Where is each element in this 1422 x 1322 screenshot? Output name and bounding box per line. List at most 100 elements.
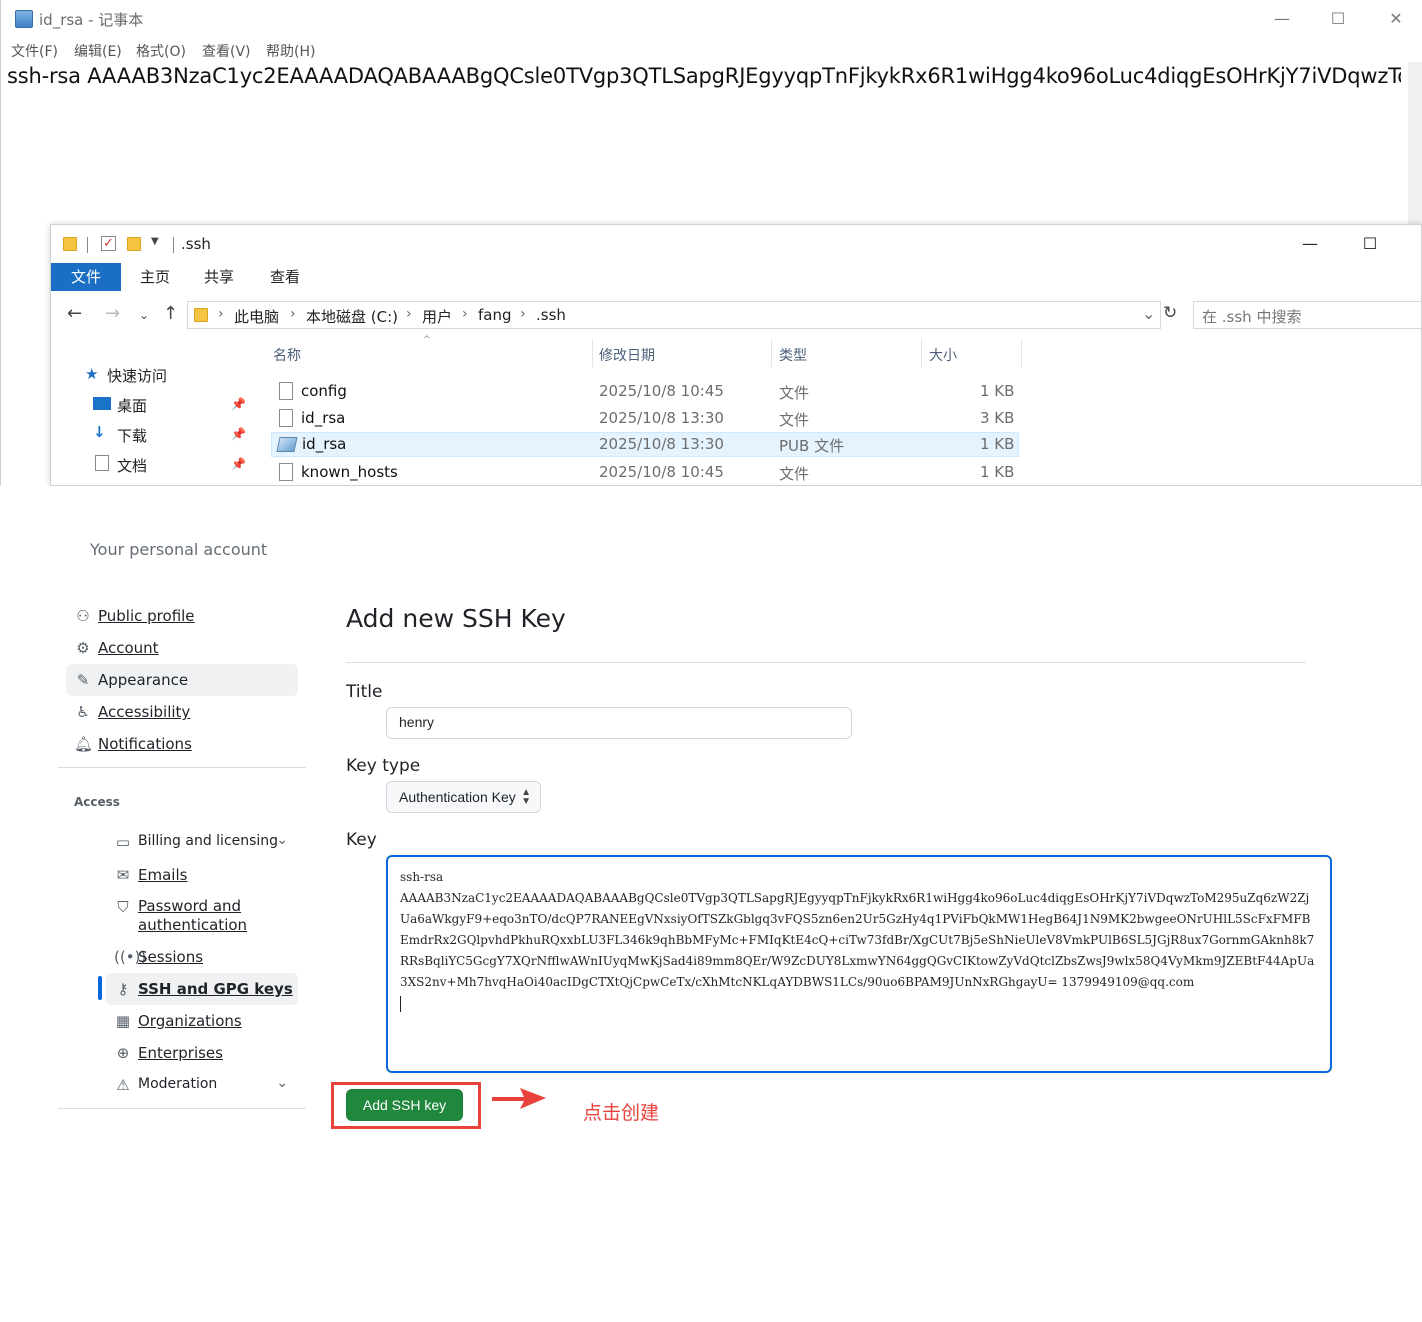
breadcrumb-ssh[interactable]: .ssh	[536, 306, 566, 324]
select-updown-icon: ▲ ▼	[521, 787, 531, 807]
column-header-size[interactable]: 大小	[929, 345, 957, 365]
file-type: 文件	[779, 411, 810, 429]
forward-arrow-icon[interactable]: →	[105, 303, 120, 324]
search-input[interactable]: 在 .ssh 中搜索	[1193, 301, 1421, 329]
up-arrow-icon[interactable]: ↑	[163, 303, 178, 324]
minimize-icon[interactable]: —	[1259, 4, 1305, 34]
address-dropdown-icon[interactable]: ⌄	[1142, 304, 1155, 323]
notepad-window-title: id_rsa - 记事本	[39, 11, 144, 29]
customize-dropdown-icon[interactable]: ▼	[151, 236, 159, 247]
file-size: 1 KB	[980, 382, 1015, 400]
access-section-heading: Access	[74, 795, 120, 809]
recent-dropdown-icon[interactable]: ⌄	[139, 308, 149, 322]
menu-help[interactable]: 帮助(H)	[266, 41, 315, 61]
globe-icon: ⊕	[116, 1044, 130, 1062]
column-header-type[interactable]: 类型	[779, 345, 807, 365]
breadcrumb-users[interactable]: 用户	[422, 306, 452, 327]
shield-lock-icon: ⛉	[117, 898, 129, 916]
notepad-titlebar: id_rsa - 记事本 — ☐ ✕	[1, 0, 1422, 38]
key-textarea[interactable]: ssh-rsa AAAAB3NzaC1yc2EAAAADAQABAAABgQCs…	[386, 855, 1332, 1073]
document-icon	[95, 455, 109, 471]
breadcrumb-chevron-icon: ›	[218, 306, 224, 322]
minimize-icon[interactable]: —	[1287, 229, 1333, 259]
menu-view[interactable]: 查看(V)	[202, 41, 251, 61]
address-bar[interactable]: › 此电脑 › 本地磁盘 (C:) › 用户 › fang › .ssh ⌄	[187, 301, 1161, 329]
properties-check-icon[interactable]: ✓	[101, 236, 116, 251]
close-icon[interactable]: ✕	[1373, 4, 1419, 34]
navigation-bar: ← → ⌄ ↑ › 此电脑 › 本地磁盘 (C:) › 用户 › fang › …	[51, 299, 1421, 331]
sidebar-item-account[interactable]: ⚙ Account	[66, 632, 298, 664]
sidebar-item-label: Organizations	[138, 1012, 242, 1030]
sidebar-item-accessibility[interactable]: ♿ Accessibility	[66, 696, 298, 728]
sidebar-item-emails[interactable]: ✉ Emails	[106, 859, 298, 891]
explorer-window-title: .ssh	[181, 235, 211, 253]
sidebar-item-label: Emails	[138, 866, 188, 884]
chevron-down-icon: ⌄	[276, 832, 288, 848]
quick-access-label[interactable]: 快速访问	[107, 365, 167, 386]
new-folder-icon[interactable]	[127, 237, 141, 251]
file-type: PUB 文件	[779, 437, 845, 455]
column-divider	[921, 339, 922, 367]
notepad-scrollbar[interactable]	[1408, 62, 1422, 224]
menu-file[interactable]: 文件(F)	[11, 41, 58, 61]
breadcrumb-fang[interactable]: fang	[478, 306, 512, 324]
file-type: 文件	[779, 384, 810, 402]
notepad-menubar: 文件(F) 编辑(E) 格式(O) 查看(V) 帮助(H)	[1, 38, 1422, 62]
sidebar-item-appearance[interactable]: ✎ Appearance	[66, 664, 298, 696]
sidebar-item-password-auth[interactable]: ⛉ Password and authentication	[106, 891, 298, 935]
navigation-pane: ★ 快速访问 桌面 📌 ↓ 下载 📌 文档 📌	[51, 335, 251, 485]
tab-view[interactable]: 查看	[257, 263, 313, 291]
sidebar-item-label: Password and authentication	[138, 897, 248, 934]
column-header-name[interactable]: 名称	[273, 345, 301, 365]
file-row[interactable]: config 2025/10/8 10:45 文件 1 KB	[271, 379, 1019, 404]
menu-format[interactable]: 格式(O)	[136, 41, 186, 61]
bell-icon: 🔔︎	[74, 735, 94, 753]
notepad-text-content[interactable]: ssh-rsa AAAAB3NzaC1yc2EAAAADAQABAAABgQCs…	[7, 64, 1401, 94]
text-cursor	[400, 995, 401, 1012]
back-arrow-icon[interactable]: ←	[67, 303, 82, 324]
key-text-body: AAAAB3NzaC1yc2EAAAADAQABAAABgQCsle0TVgp3…	[400, 891, 1315, 989]
sidebar-item-desktop[interactable]: 桌面	[117, 395, 147, 416]
breadcrumb-chevron-icon: ›	[520, 306, 526, 322]
sidebar-item-moderation[interactable]: ⚠ Moderation ⌄	[106, 1069, 298, 1101]
file-type: 文件	[779, 465, 810, 483]
sidebar-item-notifications[interactable]: 🔔︎ Notifications	[66, 728, 298, 760]
chevron-down-icon: ⌄	[276, 1075, 288, 1091]
sidebar-item-downloads[interactable]: 下载	[117, 425, 147, 446]
sidebar-item-documents[interactable]: 文档	[117, 455, 147, 476]
title-input[interactable]: henry	[386, 707, 852, 739]
breadcrumb-this-pc[interactable]: 此电脑	[234, 306, 279, 327]
sidebar-item-public-profile[interactable]: ⚇ Public profile	[66, 600, 298, 632]
sidebar-item-enterprises[interactable]: ⊕ Enterprises	[106, 1037, 298, 1069]
file-icon	[279, 382, 293, 400]
breadcrumb-local-disk[interactable]: 本地磁盘 (C:)	[306, 306, 398, 327]
menu-edit[interactable]: 编辑(E)	[74, 41, 122, 61]
column-header-date[interactable]: 修改日期	[599, 345, 655, 365]
sidebar-item-ssh-gpg-keys[interactable]: ⚷ SSH and GPG keys	[106, 973, 298, 1005]
sidebar-item-sessions[interactable]: ((•)) Sessions	[106, 941, 298, 973]
add-ssh-key-button[interactable]: Add SSH key	[346, 1089, 463, 1121]
gear-icon: ⚙	[76, 639, 90, 657]
sidebar-item-label: Appearance	[98, 671, 189, 689]
refresh-icon[interactable]: ↻	[1163, 303, 1177, 323]
file-row-selected[interactable]: id_rsa 2025/10/8 13:30 PUB 文件 1 KB	[271, 432, 1019, 457]
quick-access-toolbar: ✓ ▼ .ssh — ☐	[51, 225, 1421, 263]
credit-card-icon: ▭	[115, 833, 131, 851]
sidebar-item-organizations[interactable]: ▦ Organizations	[106, 1005, 298, 1037]
file-row[interactable]: id_rsa 2025/10/8 13:30 文件 3 KB	[271, 406, 1019, 431]
tab-share[interactable]: 共享	[191, 263, 247, 291]
sidebar-item-billing[interactable]: ▭ Billing and licensing ⌄	[106, 826, 298, 858]
page-title: Add new SSH Key	[346, 604, 566, 633]
tab-home[interactable]: 主页	[127, 263, 183, 291]
key-type-select[interactable]: Authentication Key ▲ ▼	[386, 781, 541, 813]
tab-file[interactable]: 文件	[51, 263, 121, 291]
sort-ascending-icon: ^	[423, 335, 431, 345]
file-row[interactable]: known_hosts 2025/10/8 10:45 文件 1 KB	[271, 460, 1019, 485]
file-list: ^ 名称 修改日期 类型 大小 config 2025/10/8 10:45 文…	[271, 335, 1031, 485]
person-icon: ⚇	[76, 607, 90, 625]
breadcrumb-chevron-icon: ›	[406, 306, 412, 322]
mail-icon: ✉	[116, 866, 130, 884]
arrow-icon	[492, 1088, 546, 1109]
maximize-icon[interactable]: ☐	[1347, 229, 1393, 259]
maximize-icon[interactable]: ☐	[1315, 4, 1361, 34]
